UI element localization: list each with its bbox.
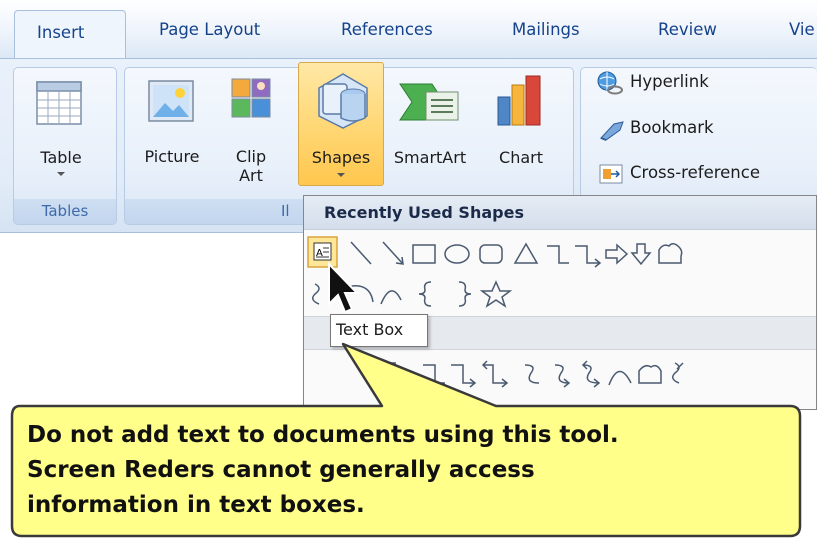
flowchart-icon[interactable] bbox=[658, 243, 683, 264]
tab-view[interactable]: Vie bbox=[789, 20, 815, 39]
picture-button-label: Picture bbox=[144, 147, 200, 166]
tab-page-layout[interactable]: Page Layout bbox=[159, 20, 260, 39]
clip-art-label-line1: Clip bbox=[235, 147, 267, 166]
left-brace-icon[interactable] bbox=[418, 281, 432, 307]
tab-references[interactable]: References bbox=[341, 20, 433, 39]
hyperlink-label: Hyperlink bbox=[630, 72, 709, 91]
bookmark-label: Bookmark bbox=[630, 118, 714, 137]
curve-icon[interactable] bbox=[380, 290, 402, 305]
smartart-icon bbox=[399, 83, 459, 121]
oval-icon[interactable] bbox=[444, 244, 470, 264]
elbow-arrow-connector-icon[interactable] bbox=[575, 245, 602, 268]
arrow-line-icon[interactable] bbox=[382, 241, 404, 265]
down-arrow-icon[interactable] bbox=[630, 243, 652, 266]
freeform-icon[interactable] bbox=[312, 283, 320, 305]
line-icon[interactable] bbox=[350, 241, 372, 265]
tab-review[interactable]: Review bbox=[658, 20, 717, 39]
shapes-icon bbox=[318, 73, 368, 129]
callout-line-1: Do not add text to documents using this … bbox=[27, 422, 619, 448]
recently-used-shapes-header: Recently Used Shapes bbox=[304, 196, 816, 230]
shapes-button-label: Shapes bbox=[311, 148, 371, 167]
callout-message: Do not add text to documents using this … bbox=[27, 418, 787, 523]
ribbon-tab-bar: Insert Page Layout References Mailings R… bbox=[0, 0, 817, 60]
dropdown-arrow-icon bbox=[337, 173, 345, 177]
table-button-label: Table bbox=[40, 148, 82, 167]
right-brace-icon[interactable] bbox=[458, 281, 472, 307]
callout-line-2: Screen Reders cannot generally access bbox=[27, 457, 535, 483]
mouse-pointer-icon bbox=[328, 262, 360, 314]
chart-icon bbox=[497, 75, 541, 126]
tables-group-label: Tables bbox=[14, 199, 116, 224]
clip-art-label-line2: Art bbox=[239, 166, 263, 185]
dropdown-arrow-icon bbox=[57, 172, 65, 176]
chart-button-label: Chart bbox=[499, 148, 543, 167]
triangle-icon[interactable] bbox=[513, 242, 539, 264]
tab-mailings[interactable]: Mailings bbox=[512, 20, 580, 39]
tab-insert[interactable]: Insert bbox=[14, 10, 126, 60]
cross-reference-icon bbox=[599, 164, 623, 184]
rounded-rectangle-icon[interactable] bbox=[479, 244, 503, 264]
cross-reference-label: Cross-reference bbox=[630, 163, 760, 182]
smartart-button-label: SmartArt bbox=[393, 148, 467, 167]
picture-icon bbox=[148, 80, 194, 122]
clip-art-icon bbox=[231, 78, 271, 118]
hyperlink-icon bbox=[597, 71, 623, 95]
table-icon bbox=[36, 81, 82, 125]
bookmark-icon bbox=[600, 121, 624, 141]
elbow-connector-icon[interactable] bbox=[547, 245, 569, 264]
callout-line-3: information in text boxes. bbox=[27, 492, 365, 518]
rectangle-icon[interactable] bbox=[412, 244, 436, 264]
recently-used-shapes-title: Recently Used Shapes bbox=[324, 203, 524, 222]
star-icon[interactable] bbox=[479, 280, 513, 308]
right-arrow-icon[interactable] bbox=[605, 243, 629, 265]
tab-insert-label: Insert bbox=[37, 23, 85, 42]
shapes-row-1: A bbox=[307, 236, 683, 268]
